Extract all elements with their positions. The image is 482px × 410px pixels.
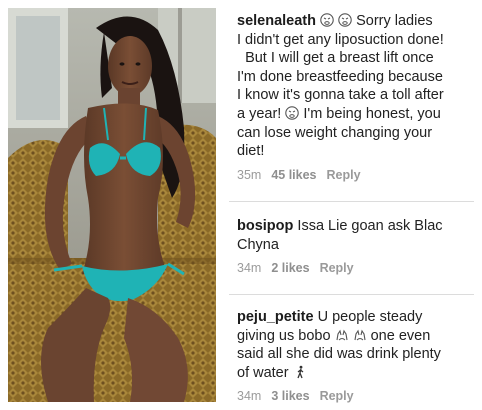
walking-person-icon [297,365,304,379]
weary-face-icon [320,13,334,27]
photo[interactable] [8,8,216,402]
comment-meta: 34m 3 likes Reply [237,388,474,404]
comment: bosipop Issa Lie goan ask Blac Chyna 34m… [229,213,474,276]
comment-text: Chyna [237,236,279,253]
divider [229,294,474,295]
comment-text: of water [237,364,289,381]
reply-button[interactable]: Reply [327,168,361,182]
comment-likes[interactable]: 45 likes [271,168,316,182]
comment: selenaleath Sorry ladies I didn't get an… [229,8,474,183]
comment-text: one even [370,327,431,344]
screenshot-frame: selenaleath Sorry ladies I didn't get an… [0,0,482,410]
raised-hands-icon [354,329,366,340]
reply-button[interactable]: Reply [320,261,354,275]
comment-text: But I will get a breast lift once [245,50,434,67]
raised-hands-icon [336,329,348,340]
comment-text: I'm done breastfeeding because [237,68,443,85]
comment-body: bosipop Issa Lie goan ask Blac Chyna [229,213,474,254]
comment-username[interactable]: bosipop [237,218,293,234]
comments-panel: selenaleath Sorry ladies I didn't get an… [229,8,474,404]
comment-text: diet! [237,143,265,160]
comment-text: I'm being honest, you [303,105,441,122]
weary-face-icon [338,13,352,27]
comment: peju_petite U people steady giving us bo… [229,304,474,404]
comment-time: 34m [237,389,262,404]
comment-body: peju_petite U people steady giving us bo… [229,304,474,382]
photo-illustration [8,8,216,402]
comment-text: U people steady [317,309,423,325]
comment-text: can lose weight changing your [237,124,433,141]
comment-text: I know it's gonna take a toll after [237,87,444,104]
weary-face-icon [285,106,300,120]
comment-likes[interactable]: 3 likes [271,389,309,403]
comment-text: Issa Lie goan ask Blac [297,218,443,234]
comment-text: Sorry ladies [356,13,433,29]
comment-text: said all she did was drink plenty [237,346,441,363]
comment-text: giving us bobo [237,327,331,344]
comment-username[interactable]: selenaleath [237,13,316,29]
comment-time: 35m [237,167,262,182]
comment-meta: 34m 2 likes Reply [237,260,474,276]
comment-likes[interactable]: 2 likes [271,261,309,275]
comment-body: selenaleath Sorry ladies I didn't get an… [229,8,474,161]
comment-meta: 35m 45 likes Reply [237,167,474,183]
divider [229,201,474,202]
reply-button[interactable]: Reply [320,389,354,403]
comment-text: a year! [237,105,282,122]
comment-text: I didn't get any liposuction done! [237,31,444,48]
comment-username[interactable]: peju_petite [237,309,314,325]
comment-time: 34m [237,261,262,276]
